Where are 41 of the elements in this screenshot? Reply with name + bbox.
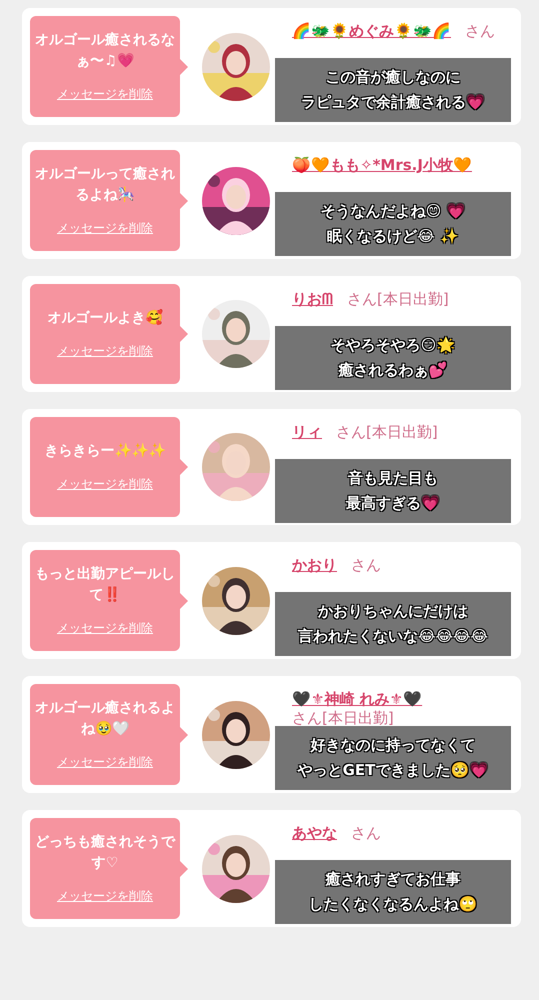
honorific-text: さん bbox=[465, 22, 495, 41]
message-text: オルゴール癒されるなぁ〜♫💗 bbox=[34, 31, 176, 71]
honorific-text: さん bbox=[351, 556, 381, 575]
caption-text: やっとGETできました🥺💗 bbox=[298, 761, 488, 780]
profile-name-link[interactable]: 🍑🧡もも✧*Mrs.J小牧🧡 bbox=[292, 156, 472, 175]
honorific-text: さん bbox=[351, 824, 381, 843]
caption-text: 最高すぎる💗 bbox=[346, 494, 440, 513]
profile-name-link[interactable]: 🖤⚜神崎 れみ⚜🖤 bbox=[292, 690, 422, 709]
caption-text: 好きなのに持ってなくて bbox=[310, 736, 476, 755]
message-text: オルゴールって癒されるよね🎠 bbox=[34, 165, 176, 205]
caption-text: かおりちゃんにだけは bbox=[318, 602, 468, 621]
caption-text: そやろそやろ😏🌟 bbox=[330, 336, 456, 355]
caption-text: 音も見た目も bbox=[348, 469, 438, 488]
message-text: オルゴールよき🥰 bbox=[48, 308, 162, 328]
caption-text: 眠くなるけど😂 ✨ bbox=[327, 227, 459, 246]
honorific-text: さん[本日出勤] bbox=[336, 423, 438, 442]
caption-text: 癒されるわぁ💕 bbox=[338, 361, 448, 380]
profile-name-link[interactable]: 🌈🐲🌻めぐみ🌻🐲🌈 bbox=[292, 22, 451, 41]
profile-name-link[interactable]: リィ bbox=[292, 423, 322, 442]
caption-text: 癒されすぎてお仕事 bbox=[326, 870, 460, 889]
honorific-text: さん[本日出勤] bbox=[292, 709, 394, 728]
message-text: オルゴール癒されるよね🥹🤍 bbox=[34, 699, 176, 739]
caption-text: したくなくなるんよね🙄 bbox=[308, 895, 478, 914]
caption-text: そうなんだよね😊 💗 bbox=[320, 202, 466, 221]
delete-message-link[interactable]: メッセージを削除 bbox=[57, 343, 153, 360]
caption-text: ラピュタで余計癒される💗 bbox=[301, 93, 485, 112]
caption-text: この音が癒しなのに bbox=[326, 68, 460, 87]
message-text: きらきらー✨✨✨ bbox=[44, 442, 166, 461]
profile-name-link[interactable]: かおり bbox=[292, 556, 337, 575]
message-text: もっと出勤アピールして‼ bbox=[34, 565, 176, 605]
message-text: どっちも癒されそうです♡ bbox=[34, 833, 176, 873]
profile-name-link[interactable]: りおᗰ bbox=[292, 290, 333, 309]
delete-message-link[interactable]: メッセージを削除 bbox=[57, 754, 153, 771]
delete-message-link[interactable]: メッセージを削除 bbox=[57, 620, 153, 637]
profile-name-link[interactable]: あやな bbox=[292, 824, 337, 843]
honorific-text: さん[本日出勤] bbox=[347, 290, 449, 309]
delete-message-link[interactable]: メッセージを削除 bbox=[57, 86, 153, 103]
delete-message-link[interactable]: メッセージを削除 bbox=[57, 476, 153, 493]
delete-message-link[interactable]: メッセージを削除 bbox=[57, 220, 153, 237]
delete-message-link[interactable]: メッセージを削除 bbox=[57, 888, 153, 905]
caption-text: 言われたくないな😂😂😂😂 bbox=[298, 627, 488, 646]
